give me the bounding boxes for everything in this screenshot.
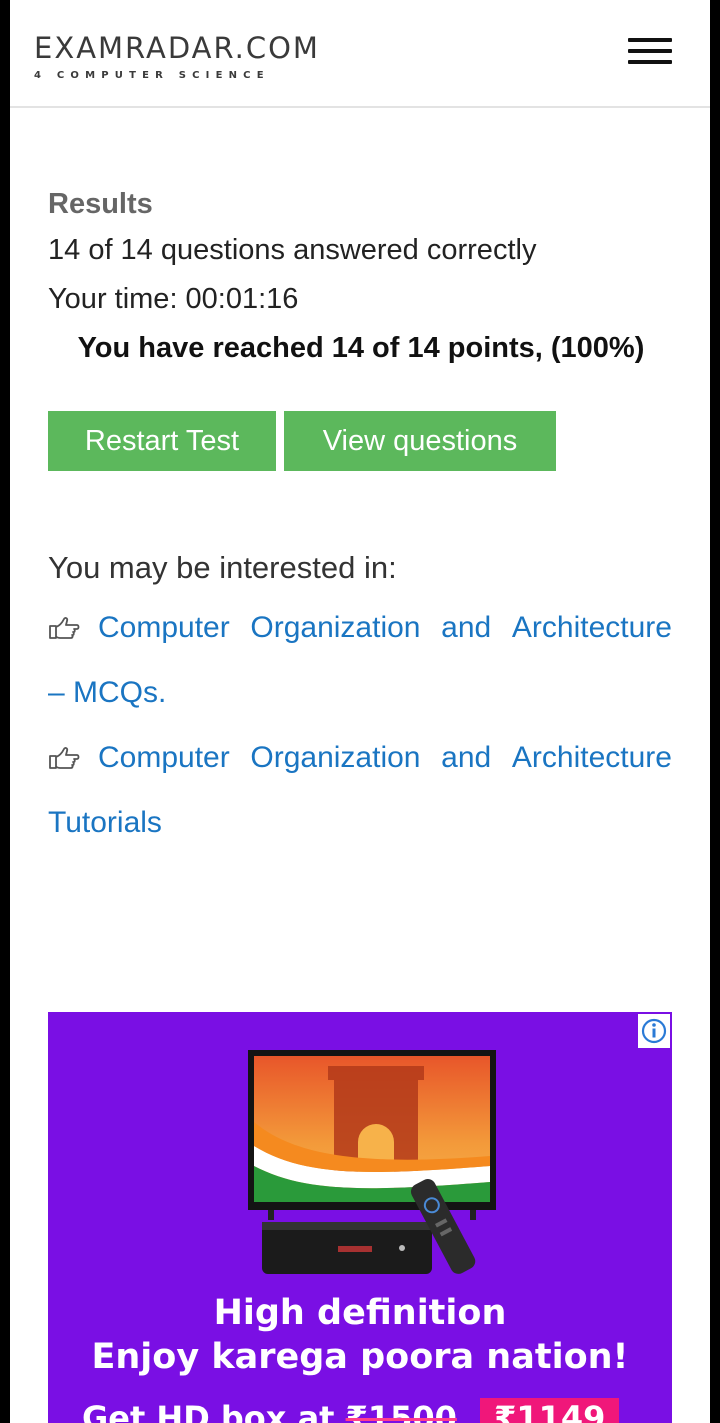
link-word: Organization — [250, 611, 421, 644]
site-logo[interactable]: EXAMRADAR.COM 4 COMPUTER SCIENCE — [34, 30, 320, 83]
info-icon[interactable] — [638, 1014, 670, 1048]
link-word: Organization — [250, 741, 421, 774]
site-header: EXAMRADAR.COM 4 COMPUTER SCIENCE — [10, 0, 710, 108]
page: EXAMRADAR.COM 4 COMPUTER SCIENCE Results… — [10, 0, 710, 1423]
hand-point-right-icon — [49, 747, 80, 769]
link-word: and — [441, 741, 492, 774]
link-word: and — [441, 611, 492, 644]
related-link-tutorials[interactable]: Computer Organization and Architecture T… — [48, 728, 672, 853]
related-heading: You may be interested in: — [48, 550, 397, 585]
logo-tagline: 4 COMPUTER SCIENCE — [34, 70, 270, 81]
advertisement-banner[interactable]: High definition Enjoy karega poora natio… — [48, 1012, 672, 1423]
answered-count: 14 of 14 questions answered correctly — [48, 234, 537, 266]
ad-offer-prefix: Get HD box at — [82, 1399, 335, 1423]
link-word: Computer — [98, 611, 230, 644]
restart-test-button[interactable]: Restart Test — [48, 411, 276, 471]
ad-headline: High definition — [213, 1293, 507, 1333]
view-questions-button[interactable]: View questions — [284, 411, 556, 471]
ad-subheadline: Enjoy karega poora nation! — [91, 1337, 629, 1377]
related-link-mcqs[interactable]: Computer Organization and Architecture –… — [48, 598, 672, 723]
tv-product-image — [248, 1050, 496, 1274]
ad-old-price: ₹1500 — [345, 1399, 457, 1423]
ad-new-price: ₹1149 — [480, 1398, 620, 1423]
logo-title: EXAMRADAR.COM — [34, 31, 320, 65]
ad-offer: Get HD box at ₹1500 ₹1149 — [82, 1398, 620, 1423]
results-panel: Results 14 of 14 questions answered corr… — [48, 182, 688, 373]
points-summary: You have reached 14 of 14 points, (100%) — [77, 332, 645, 364]
results-heading: Results — [48, 188, 153, 220]
elapsed-time: Your time: 00:01:16 — [48, 283, 299, 315]
hand-point-right-icon — [49, 617, 80, 639]
hamburger-menu-icon[interactable] — [622, 34, 674, 68]
link-tail: Tutorials — [48, 806, 162, 839]
link-word: Architecture — [511, 611, 672, 644]
link-tail: – MCQs. — [48, 676, 167, 709]
link-word: Architecture — [511, 741, 672, 774]
link-word: Computer — [98, 741, 230, 774]
